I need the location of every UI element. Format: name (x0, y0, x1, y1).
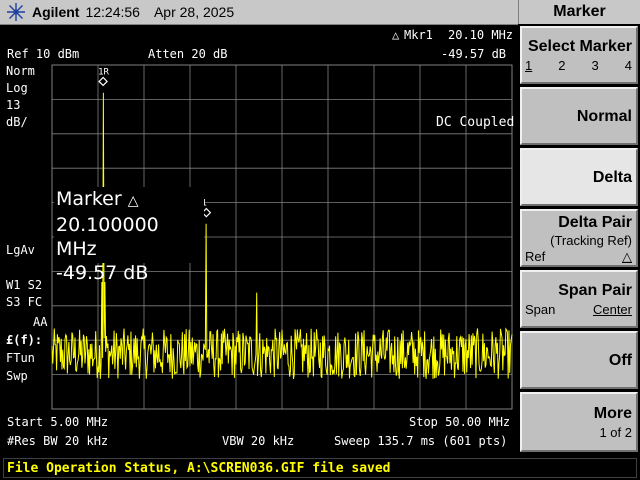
analyzer-screen: △ Mkr1 20.10 MHz Ref 10 dBm Atten 20 dB … (0, 25, 518, 456)
reference-marker-label: 1R (98, 67, 109, 77)
vbw: VBW 20 kHz (222, 434, 295, 448)
clock-date: Apr 28, 2025 (153, 4, 235, 20)
span-pair-label: Span Pair (558, 282, 632, 299)
delta-label: Delta (592, 169, 632, 186)
clock-time: 12:24:56 (85, 4, 140, 20)
delta-pair-sub: (Tracking Ref) (550, 233, 632, 248)
softkey-menu-title: Marker (518, 0, 640, 24)
delta-softkey[interactable]: Delta (520, 148, 638, 206)
select-marker-option-1: 1 (525, 58, 533, 73)
status-bar: File Operation Status, A:\SCREN036.GIF f… (0, 456, 640, 480)
marker-box-freq: 20.100000 MHz (56, 214, 159, 260)
select-marker-label: Select Marker (527, 38, 632, 55)
more-sub: 1 of 2 (599, 425, 632, 440)
delta-pair-delta-icon: △ (622, 249, 632, 264)
dc-coupled-label: DC Coupled (436, 115, 515, 130)
reference-marker-diamond-icon (98, 76, 108, 87)
normal-label: Normal (576, 108, 632, 125)
res-bw: #Res BW 20 kHz (7, 434, 109, 448)
delta-pair-label: Delta Pair (558, 214, 632, 231)
select-marker-option-3: 3 (591, 58, 599, 73)
title-bar: Agilent 12:24:56 Apr 28, 2025 (0, 0, 518, 25)
span-pair-span: Span (525, 302, 556, 317)
marker-readout-box: Marker △ 20.100000 MHz -49.57 dB (54, 187, 204, 284)
marker-box-delta-icon: △ (127, 193, 139, 209)
delta-pair-ref: Ref (525, 249, 546, 264)
softkey-panel: Marker Select Marker 1 2 3 4 Normal Delt… (518, 0, 640, 456)
off-label: Off (608, 352, 632, 369)
select-marker-option-4: 4 (624, 58, 632, 73)
select-marker-softkey[interactable]: Select Marker 1 2 3 4 (520, 26, 638, 84)
file-status-message: File Operation Status, A:\SCREN036.GIF f… (3, 458, 637, 478)
brand-name: Agilent (32, 4, 80, 20)
span-pair-softkey[interactable]: Span Pair Span Center (520, 270, 638, 328)
agilent-spark-icon (7, 3, 25, 21)
more-softkey[interactable]: More 1 of 2 (520, 392, 638, 452)
span-pair-center: Center (592, 302, 632, 317)
select-marker-option-2: 2 (558, 58, 566, 73)
more-label: More (593, 405, 632, 422)
stop-freq: Stop 50.00 MHz (409, 415, 511, 429)
start-freq: Start 5.00 MHz (7, 415, 109, 429)
off-softkey[interactable]: Off (520, 331, 638, 389)
sweep-time: Sweep 135.7 ms (601 pts) (334, 434, 508, 448)
delta-pair-softkey[interactable]: Delta Pair (Tracking Ref) Ref △ (520, 209, 638, 267)
reference-marker: 1R (98, 67, 110, 87)
marker-box-title: Marker (56, 188, 122, 210)
normal-softkey[interactable]: Normal (520, 87, 638, 145)
marker-box-amp: -49.57 dB (56, 262, 149, 284)
